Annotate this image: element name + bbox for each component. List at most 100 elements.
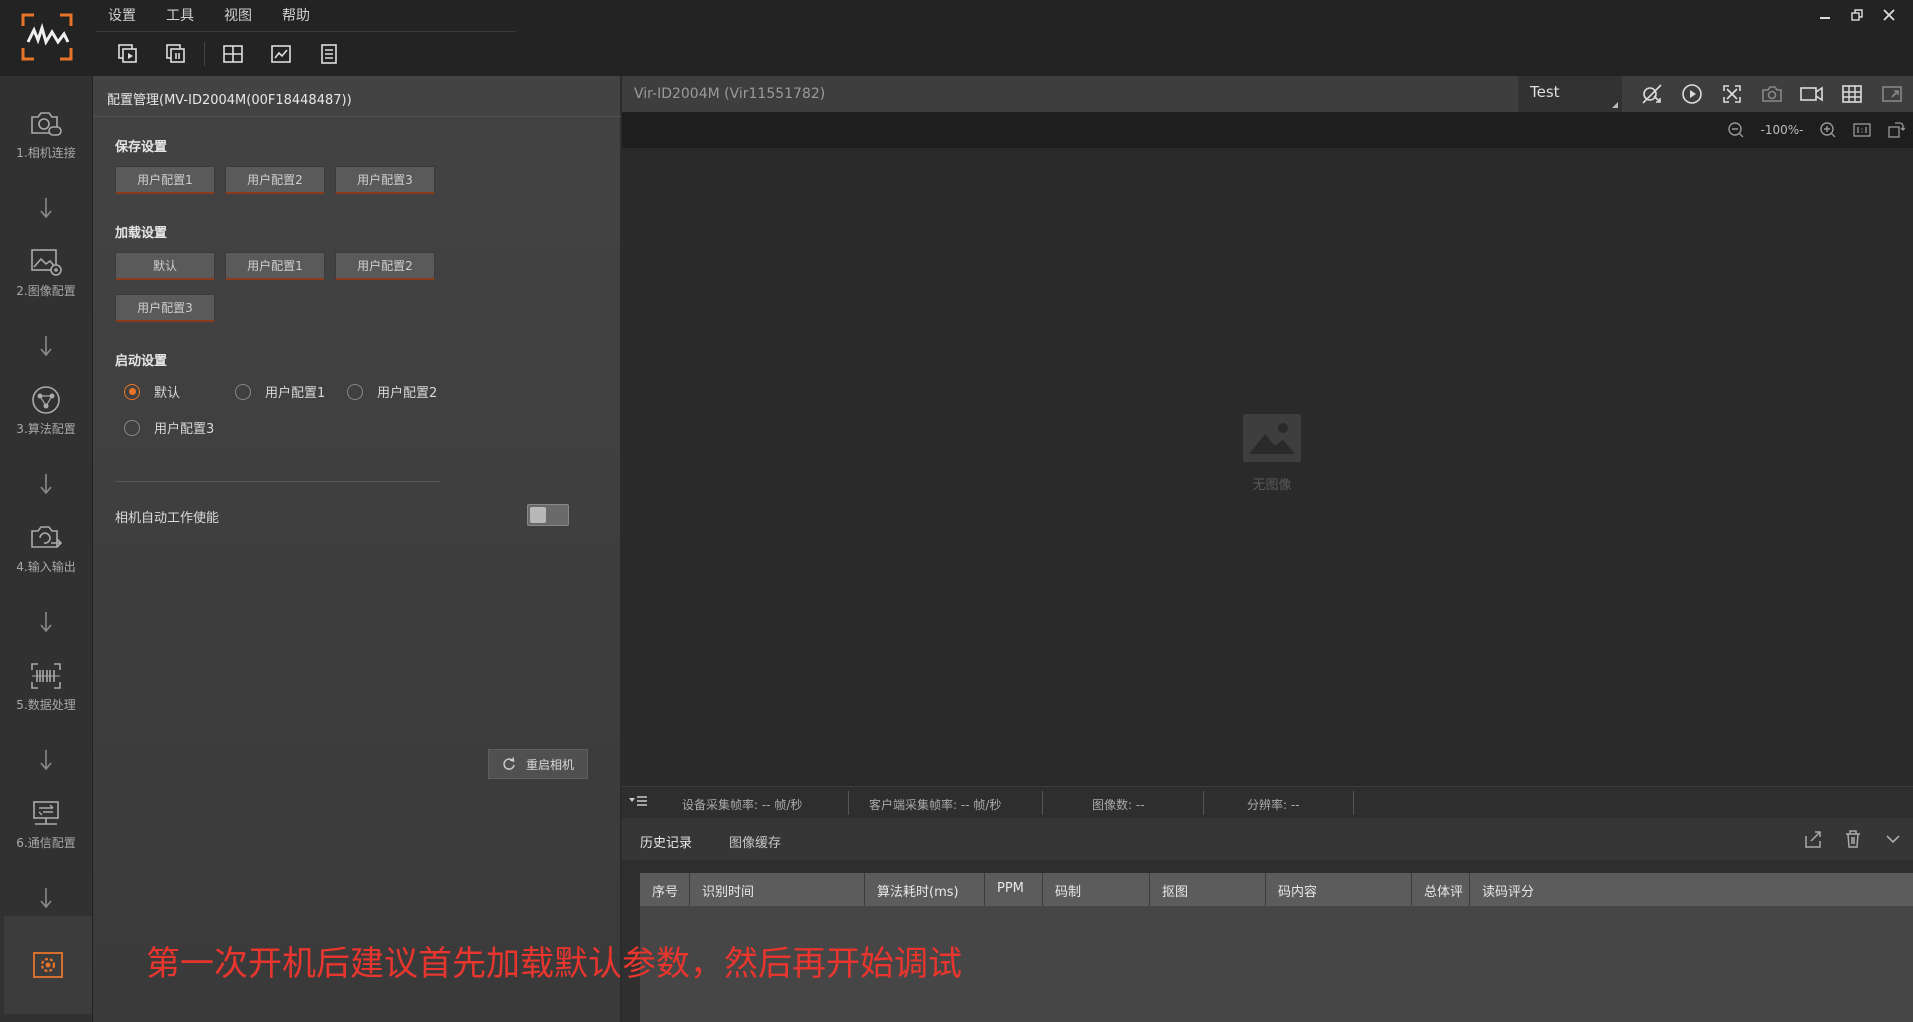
load-section-title: 加载设置: [115, 226, 168, 241]
trigger-disable-icon[interactable]: [1632, 80, 1672, 108]
toggle-knob: [530, 507, 546, 523]
fit-screen-icon[interactable]: [1712, 80, 1752, 108]
startup-radio-user-config-1[interactable]: 用户配置1: [235, 382, 325, 401]
no-image-label: 无图像: [1252, 478, 1292, 493]
radio-label: 用户配置2: [377, 386, 438, 401]
tab-history[interactable]: 历史记录: [640, 832, 692, 851]
layout-grid-icon[interactable]: [209, 40, 257, 68]
col-read-score[interactable]: 读码评分: [1470, 873, 1913, 906]
menu-help[interactable]: 帮助: [270, 0, 328, 28]
title-bar: 设置 工具 视图 帮助: [0, 0, 1913, 76]
zoom-out-icon[interactable]: [1719, 116, 1753, 144]
rotate-icon[interactable]: [1879, 116, 1913, 144]
multi-camera-icon[interactable]: [152, 40, 200, 68]
minimize-icon[interactable]: [1809, 4, 1841, 26]
col-algo-time[interactable]: 算法耗时(ms): [865, 873, 985, 906]
nav-camera-connect[interactable]: 1.相机连接: [0, 106, 92, 161]
auto-work-label: 相机自动工作使能: [115, 511, 220, 526]
camera-link-icon: [26, 106, 66, 142]
viewer-toolbar: [1632, 80, 1912, 108]
play-icon[interactable]: [1672, 80, 1712, 108]
main-toolbar: [104, 40, 353, 68]
col-overall-score[interactable]: 总体评: [1412, 873, 1470, 906]
client-fps: 客户端采集帧率: -- 帧/秒: [869, 798, 1002, 812]
solution-selector[interactable]: Test: [1518, 76, 1622, 112]
arrow-down-icon: [36, 884, 56, 912]
tab-image-cache[interactable]: 图像缓存: [729, 832, 781, 851]
close-icon[interactable]: [1873, 4, 1905, 26]
arrow-down-icon: [36, 332, 56, 360]
save-user-config-3-button[interactable]: 用户配置3: [335, 166, 435, 194]
save-user-config-1-button[interactable]: 用户配置1: [115, 166, 215, 194]
menu-tools[interactable]: 工具: [154, 0, 212, 28]
zoom-tools: -100%-: [1719, 116, 1913, 144]
export-icon[interactable]: [1793, 826, 1833, 852]
radio-empty-icon: [124, 419, 140, 436]
restore-icon[interactable]: [1841, 4, 1873, 26]
radio-label: 默认: [154, 386, 181, 401]
chart-icon[interactable]: [257, 40, 305, 68]
col-time[interactable]: 识别时间: [690, 873, 865, 906]
panel-divider: [115, 481, 441, 482]
nav-label: 4.输入输出: [16, 560, 76, 574]
zoom-in-icon[interactable]: [1811, 116, 1845, 144]
radio-empty-icon: [347, 383, 363, 400]
col-crop[interactable]: 抠图: [1150, 873, 1266, 906]
io-camera-icon: [26, 520, 66, 556]
grid-overlay-icon[interactable]: [1832, 80, 1872, 108]
load-user-config-1-button[interactable]: 用户配置1: [225, 252, 325, 280]
nav-system-settings[interactable]: [4, 916, 92, 1014]
nav-io[interactable]: 4.输入输出: [0, 520, 92, 575]
run-copy-icon[interactable]: [104, 40, 152, 68]
load-user-config-2-button[interactable]: 用户配置2: [335, 252, 435, 280]
load-user-config-3-button[interactable]: 用户配置3: [115, 294, 215, 322]
status-bar: 设备采集帧率: -- 帧/秒 客户端采集帧率: -- 帧/秒 图像数: -- 分…: [622, 786, 1913, 818]
menu-view[interactable]: 视图: [212, 0, 270, 28]
menu-settings[interactable]: 设置: [96, 0, 154, 28]
status-separator: [1042, 791, 1043, 815]
refresh-icon: [503, 757, 515, 770]
zoom-level: -100%-: [1760, 123, 1804, 137]
nav-algorithm-config[interactable]: 3.算法配置: [0, 382, 92, 437]
left-nav: 1.相机连接 2.图像配置 3.算法配置 4.输入输出 5.数据处理 6.通信配…: [0, 76, 92, 1022]
window-controls: [1809, 4, 1905, 26]
restart-camera-button[interactable]: 重启相机: [488, 749, 588, 779]
nav-label: 2.图像配置: [16, 284, 76, 298]
startup-radio-default[interactable]: 默认: [124, 382, 180, 401]
nav-data-processing[interactable]: 5.数据处理: [0, 658, 92, 713]
expand-window-icon[interactable]: [1872, 80, 1912, 108]
startup-radio-user-config-2[interactable]: 用户配置2: [347, 382, 437, 401]
radio-label: 用户配置1: [265, 386, 326, 401]
col-index[interactable]: 序号: [640, 873, 690, 906]
image-count: 图像数: --: [1092, 798, 1145, 812]
col-code-type[interactable]: 码制: [1043, 873, 1150, 906]
status-menu-icon[interactable]: [628, 794, 648, 811]
startup-radio-user-config-3[interactable]: 用户配置3: [124, 418, 214, 437]
radio-empty-icon: [235, 383, 251, 400]
actual-size-icon[interactable]: [1845, 116, 1879, 144]
config-panel: 配置管理(MV-ID2004M(00F18448487)) 保存设置 用户配置1…: [92, 76, 621, 1022]
solution-name: Test: [1530, 83, 1560, 101]
image-placeholder-icon: [1243, 414, 1301, 462]
auto-work-toggle[interactable]: [527, 504, 569, 526]
nav-label: 1.相机连接: [16, 146, 76, 160]
nav-image-config[interactable]: 2.图像配置: [0, 244, 92, 299]
chevron-down-icon[interactable]: [1873, 826, 1913, 852]
dropdown-caret-icon: [1612, 102, 1618, 108]
results-tabs: 历史记录 图像缓存: [622, 818, 1913, 860]
nav-label: 3.算法配置: [16, 422, 76, 436]
col-ppm[interactable]: PPM: [985, 873, 1043, 906]
snapshot-icon[interactable]: [1752, 80, 1792, 108]
camera-title: Vir-ID2004M (Vir11551782): [634, 86, 826, 102]
record-video-icon[interactable]: [1792, 80, 1832, 108]
load-default-button[interactable]: 默认: [115, 252, 215, 280]
delete-icon[interactable]: [1833, 826, 1873, 852]
col-code-content[interactable]: 码内容: [1266, 873, 1412, 906]
image-canvas[interactable]: 无图像: [622, 148, 1913, 786]
nav-communication[interactable]: 6.通信配置: [0, 796, 92, 851]
log-list-icon[interactable]: [305, 40, 353, 68]
nav-label: 6.通信配置: [16, 836, 76, 850]
save-user-config-2-button[interactable]: 用户配置2: [225, 166, 325, 194]
table-header: 序号 识别时间 算法耗时(ms) PPM 码制 抠图 码内容 总体评 读码评分: [640, 873, 1913, 906]
arrow-down-icon: [36, 470, 56, 498]
